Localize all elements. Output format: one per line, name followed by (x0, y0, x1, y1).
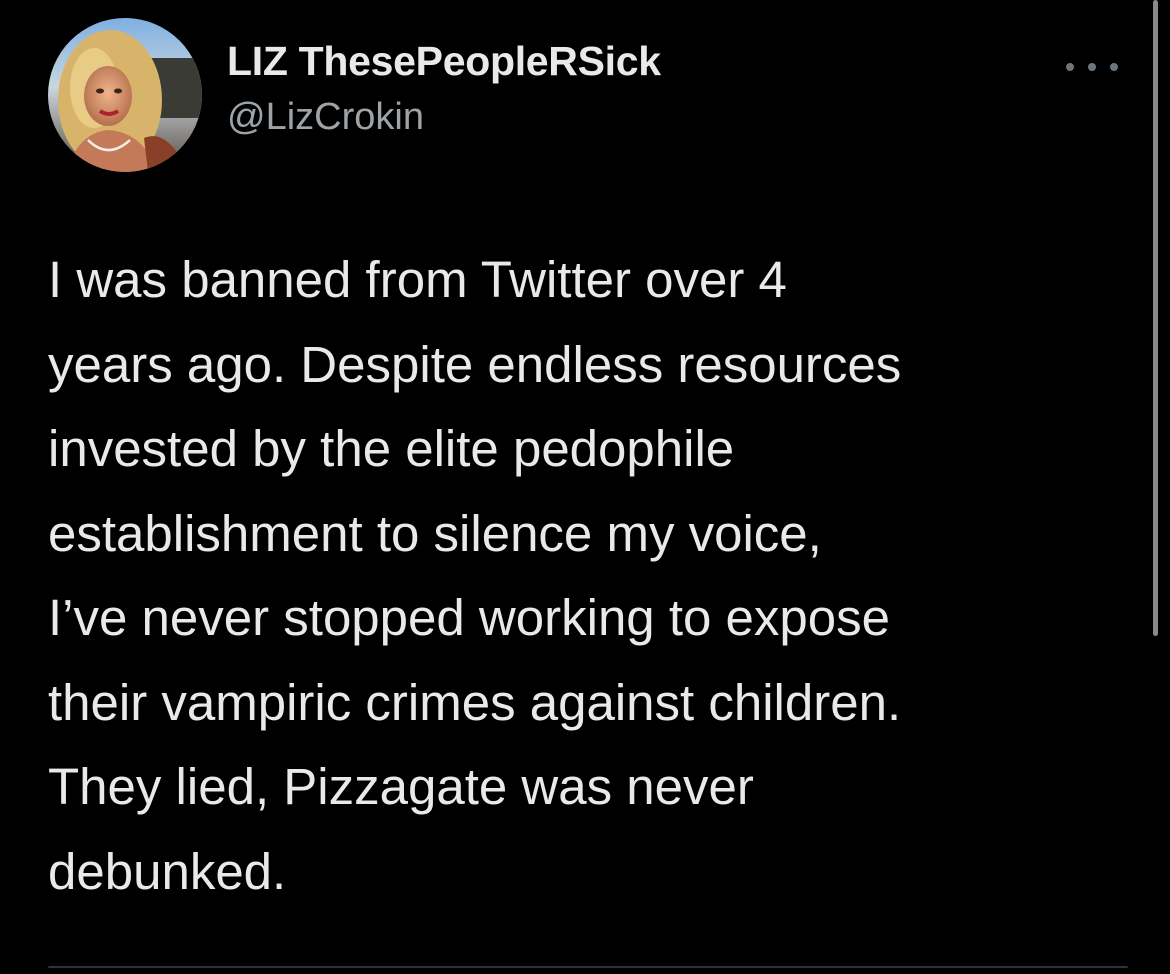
scrollbar[interactable] (1153, 0, 1158, 636)
more-options-icon[interactable] (1066, 52, 1118, 82)
tweet-text-line: years ago. Despite endless resources (48, 335, 902, 393)
avatar-photo (48, 18, 202, 172)
tweet-text-line: their vampiric crimes against children. (48, 673, 902, 731)
tweet-text-line: debunked. (48, 842, 287, 900)
tweet-text-line: establishment to silence my voice, (48, 504, 822, 562)
more-dot (1066, 63, 1074, 71)
tweet-text: I was banned from Twitter over 4 years a… (48, 238, 1138, 914)
tweet-text-line: They lied, Pizzagate was never (48, 758, 754, 815)
tweet-text-line: I’ve never stopped working to expose (48, 589, 890, 646)
more-dot (1088, 63, 1096, 71)
tweet-text-line: invested by the elite pedophile (48, 420, 735, 477)
tweet-text-line: I was banned from Twitter over 4 (48, 251, 787, 308)
author-avatar[interactable] (48, 18, 202, 172)
divider (48, 966, 1128, 968)
tweet-card: LIZ ThesePeopleRSick @LizCrokin I was ba… (0, 0, 1170, 974)
author-handle[interactable]: @LizCrokin (227, 96, 424, 139)
author-display-name[interactable]: LIZ ThesePeopleRSick (227, 38, 661, 85)
more-dot (1110, 63, 1118, 71)
